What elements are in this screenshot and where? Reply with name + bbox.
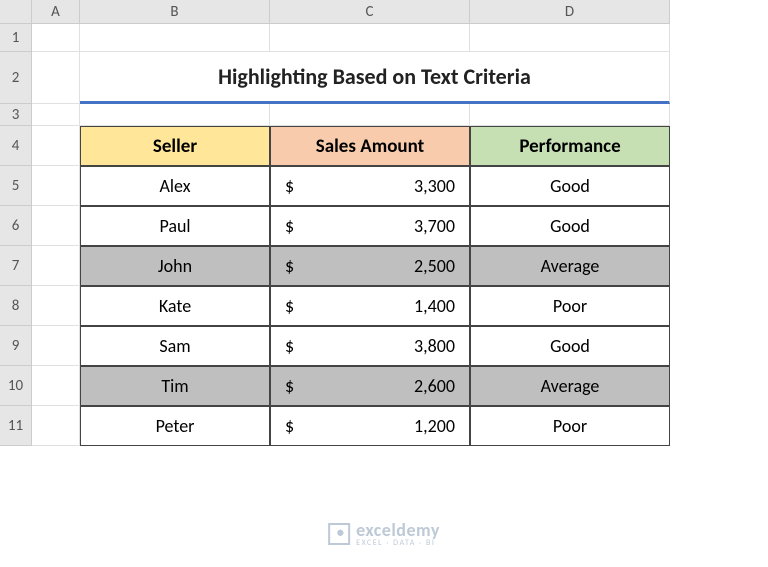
- seller-cell[interactable]: Paul: [80, 206, 270, 246]
- watermark-icon: [328, 523, 350, 545]
- seller-cell[interactable]: John: [80, 246, 270, 286]
- select-all-corner[interactable]: [0, 0, 32, 24]
- column-headers: A B C D: [32, 0, 670, 24]
- page-title[interactable]: Highlighting Based on Text Criteria: [80, 52, 670, 104]
- seller-cell[interactable]: Sam: [80, 326, 270, 366]
- performance-cell[interactable]: Poor: [470, 286, 670, 326]
- seller-cell[interactable]: Kate: [80, 286, 270, 326]
- seller-cell[interactable]: Tim: [80, 366, 270, 406]
- amount-cell[interactable]: $2,600: [270, 366, 470, 406]
- seller-cell[interactable]: Alex: [80, 166, 270, 206]
- cell-grid: Highlighting Based on Text Criteria Sell…: [32, 24, 670, 446]
- currency-symbol: $: [285, 375, 294, 397]
- row-header-3[interactable]: 3: [0, 104, 32, 126]
- currency-symbol: $: [285, 335, 294, 357]
- amount-cell[interactable]: $3,700: [270, 206, 470, 246]
- amount-cell[interactable]: $1,200: [270, 406, 470, 446]
- cell-a3[interactable]: [32, 104, 80, 126]
- col-header-b[interactable]: B: [80, 0, 270, 24]
- cell-a9[interactable]: [32, 326, 80, 366]
- currency-symbol: $: [285, 215, 294, 237]
- header-seller[interactable]: Seller: [80, 126, 270, 166]
- row-header-9[interactable]: 9: [0, 326, 32, 366]
- cell-a7[interactable]: [32, 246, 80, 286]
- performance-cell[interactable]: Good: [470, 326, 670, 366]
- performance-cell[interactable]: Good: [470, 206, 670, 246]
- amount-value: 1,400: [414, 295, 455, 317]
- row-header-1[interactable]: 1: [0, 24, 32, 52]
- amount-cell[interactable]: $3,800: [270, 326, 470, 366]
- cell-b3[interactable]: [80, 104, 270, 126]
- header-performance[interactable]: Performance: [470, 126, 670, 166]
- amount-value: 3,300: [414, 175, 455, 197]
- cell-a11[interactable]: [32, 406, 80, 446]
- watermark: exceldemy EXCEL · DATA · BI: [328, 521, 440, 547]
- currency-symbol: $: [285, 255, 294, 277]
- amount-value: 2,500: [414, 255, 455, 277]
- watermark-text: exceldemy EXCEL · DATA · BI: [356, 521, 440, 547]
- currency-symbol: $: [285, 175, 294, 197]
- amount-value: 3,700: [414, 215, 455, 237]
- cell-a10[interactable]: [32, 366, 80, 406]
- row-header-11[interactable]: 11: [0, 406, 32, 446]
- watermark-main: exceldemy: [356, 521, 440, 539]
- performance-cell[interactable]: Average: [470, 246, 670, 286]
- currency-symbol: $: [285, 295, 294, 317]
- row-header-7[interactable]: 7: [0, 246, 32, 286]
- performance-cell[interactable]: Good: [470, 166, 670, 206]
- amount-cell[interactable]: $1,400: [270, 286, 470, 326]
- amount-cell[interactable]: $3,300: [270, 166, 470, 206]
- row-header-10[interactable]: 10: [0, 366, 32, 406]
- cell-a4[interactable]: [32, 126, 80, 166]
- col-header-c[interactable]: C: [270, 0, 470, 24]
- cell-a2[interactable]: [32, 52, 80, 104]
- watermark-sub: EXCEL · DATA · BI: [356, 539, 440, 547]
- seller-cell[interactable]: Peter: [80, 406, 270, 446]
- row-header-5[interactable]: 5: [0, 166, 32, 206]
- row-header-4[interactable]: 4: [0, 126, 32, 166]
- header-amount[interactable]: Sales Amount: [270, 126, 470, 166]
- cell-a8[interactable]: [32, 286, 80, 326]
- cell-d3[interactable]: [470, 104, 670, 126]
- cell-c3[interactable]: [270, 104, 470, 126]
- amount-value: 2,600: [414, 375, 455, 397]
- amount-value: 3,800: [414, 335, 455, 357]
- row-header-2[interactable]: 2: [0, 52, 32, 104]
- cell-a1[interactable]: [32, 24, 80, 52]
- row-headers: 1 2 3 4 5 6 7 8 9 10 11: [0, 24, 32, 446]
- performance-cell[interactable]: Poor: [470, 406, 670, 446]
- performance-cell[interactable]: Average: [470, 366, 670, 406]
- amount-cell[interactable]: $2,500: [270, 246, 470, 286]
- col-header-a[interactable]: A: [32, 0, 80, 24]
- amount-value: 1,200: [414, 415, 455, 437]
- cell-c1[interactable]: [270, 24, 470, 52]
- cell-a5[interactable]: [32, 166, 80, 206]
- cell-a6[interactable]: [32, 206, 80, 246]
- row-header-6[interactable]: 6: [0, 206, 32, 246]
- cell-d1[interactable]: [470, 24, 670, 52]
- currency-symbol: $: [285, 415, 294, 437]
- row-header-8[interactable]: 8: [0, 286, 32, 326]
- col-header-d[interactable]: D: [470, 0, 670, 24]
- cell-b1[interactable]: [80, 24, 270, 52]
